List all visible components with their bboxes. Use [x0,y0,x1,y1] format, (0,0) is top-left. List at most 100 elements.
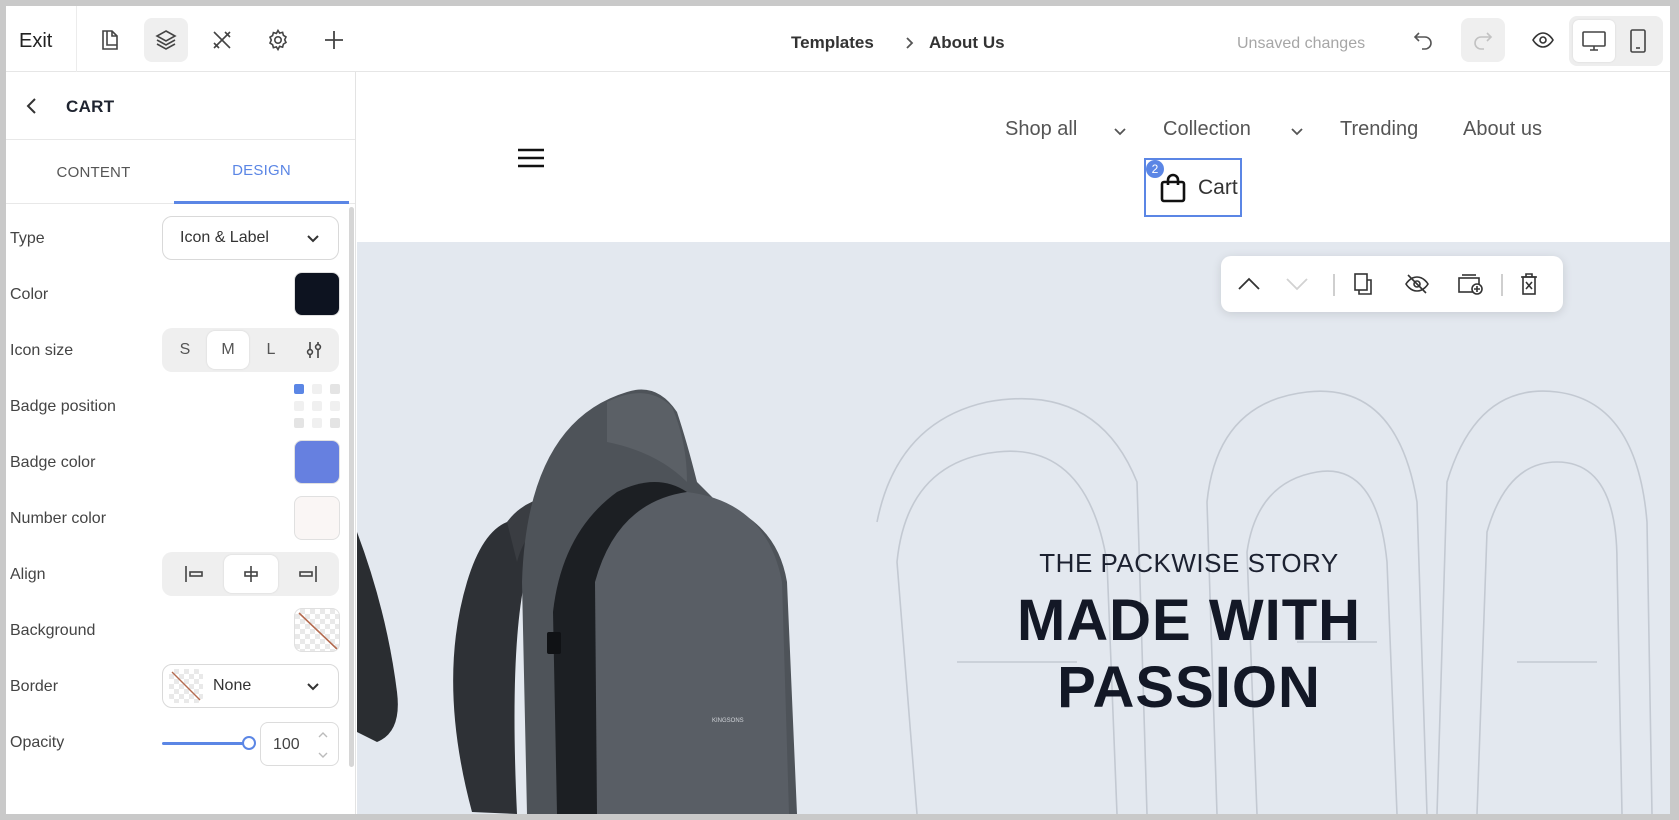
undo-icon [1413,32,1432,50]
icon-size-m[interactable]: M [207,331,249,369]
site-header: Shop all Collection Trending About us Ca… [357,72,1670,242]
align-right-button[interactable] [282,555,334,593]
pages-button[interactable] [88,18,132,62]
desktop-view-button[interactable] [1573,20,1615,62]
stepper-up-icon[interactable] [317,730,329,740]
opacity-label: Opacity [10,734,65,751]
chevron-down-icon[interactable] [1111,122,1129,140]
tablet-view-button[interactable] [1617,20,1659,62]
nav-link-shop-all[interactable]: Shop all [1005,118,1077,141]
panel-header: CART [6,72,355,140]
backpack-brand-label: KINGSONS [712,718,744,724]
toolbar-divider [76,6,77,72]
nav-link-about-us[interactable]: About us [1463,118,1542,141]
undo-button[interactable] [1401,18,1445,62]
panel-tabs: CONTENT DESIGN [6,140,355,204]
opacity-slider-track[interactable] [162,742,250,745]
layers-button[interactable] [144,18,188,62]
border-select-value: None [213,677,252,694]
cart-button[interactable]: Cart 2 [1144,158,1242,217]
align-center-icon [244,566,258,582]
breadcrumb-templates[interactable]: Templates [791,33,874,53]
eye-off-icon [1405,274,1429,294]
border-select[interactable]: None [162,664,339,708]
badge-pos-top-right[interactable] [330,384,340,394]
delete-button[interactable] [1509,266,1549,302]
gear-icon [268,28,288,52]
icon-size-l[interactable]: L [250,331,292,369]
opacity-slider-handle[interactable] [242,736,256,750]
move-down-button[interactable] [1277,266,1317,302]
save-status: Unsaved changes [1237,35,1366,52]
badge-color-label: Badge color [10,454,96,471]
badge-color-swatch[interactable] [294,440,340,484]
opacity-input[interactable]: 100 [260,722,339,766]
redo-button[interactable] [1461,18,1505,62]
cart-badge: 2 [1146,160,1164,178]
tab-design[interactable]: DESIGN [174,140,349,204]
plus-icon [325,31,343,49]
panel-title: CART [66,97,115,116]
align-left-button[interactable] [168,555,220,593]
tools-icon [213,31,231,49]
icon-size-custom[interactable] [293,331,335,369]
badge-pos-middle-center[interactable] [312,401,322,411]
badge-pos-bottom-center[interactable] [312,418,322,428]
color-swatch[interactable] [294,272,340,316]
hamburger-menu-icon[interactable] [517,147,545,169]
layers-icon [155,30,177,50]
badge-position-label: Badge position [10,398,116,415]
shopping-bag-icon [1160,173,1186,203]
border-preview [169,669,203,703]
badge-pos-bottom-right[interactable] [330,418,340,428]
align-label: Align [10,566,46,583]
badge-pos-middle-left[interactable] [294,401,304,411]
nav-link-collection[interactable]: Collection [1163,118,1251,141]
sliders-icon [306,342,322,358]
hero-kicker: THE PACKWISE STORY [1039,548,1339,578]
tablet-icon [1630,29,1646,53]
background-swatch[interactable] [294,608,340,652]
pages-icon [102,30,118,50]
move-up-button[interactable] [1229,266,1269,302]
add-section-button[interactable] [1451,266,1491,302]
eye-icon [1532,32,1554,48]
exit-button[interactable]: Exit [19,30,52,53]
align-center-button[interactable] [224,555,278,593]
align-left-icon [185,566,203,582]
no-fill-slash-icon [298,612,338,650]
badge-position-grid [294,384,340,428]
duplicate-icon [1354,273,1372,295]
panel-scrollbar[interactable] [349,207,354,767]
editor-window: Exit Templates About Us Unsaved changes [6,6,1670,814]
align-right-icon [299,566,317,582]
icon-size-s[interactable]: S [164,331,206,369]
align-selector [162,552,339,596]
badge-pos-top-center[interactable] [312,384,322,394]
back-arrow-icon[interactable] [20,94,44,118]
hide-button[interactable] [1397,266,1437,302]
tab-content[interactable]: CONTENT [6,140,181,204]
settings-button[interactable] [256,18,300,62]
background-label: Background [10,622,96,639]
preview-button[interactable] [1521,18,1565,62]
duplicate-button[interactable] [1343,266,1383,302]
nav-link-trending[interactable]: Trending [1340,118,1418,141]
type-select[interactable]: Icon & Label [162,216,339,260]
no-border-slash-icon [171,671,201,701]
element-floating-toolbar [1221,256,1563,312]
badge-pos-middle-right[interactable] [330,401,340,411]
number-color-swatch[interactable] [294,496,340,540]
hero-headline: MADE WITH PASSION [1016,588,1362,720]
add-button[interactable] [312,18,356,62]
stepper-down-icon[interactable] [317,750,329,760]
tools-button[interactable] [200,18,244,62]
badge-pos-bottom-left[interactable] [294,418,304,428]
chevron-down-icon [307,683,319,691]
desktop-icon [1582,31,1606,51]
chevron-up-icon [1238,277,1260,290]
toolbar-separator [1501,274,1503,296]
chevron-down-icon[interactable] [1288,122,1306,140]
toolbar-separator [1333,274,1335,296]
badge-pos-top-left[interactable] [294,384,304,394]
